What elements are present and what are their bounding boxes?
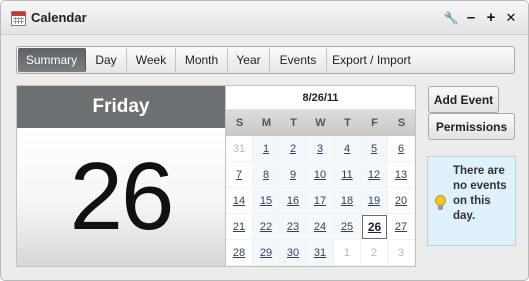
date-cell[interactable]: 22 — [253, 214, 280, 240]
date-cell-next-month: 3 — [388, 240, 415, 266]
weekday-label: M — [261, 117, 272, 129]
date-cell[interactable]: 14 — [226, 188, 253, 214]
date-cell[interactable]: 31 — [307, 240, 334, 266]
date-cell[interactable]: 21 — [226, 214, 253, 240]
date-cell[interactable]: 4 — [334, 136, 361, 162]
weekday-header: S M T W T F S — [226, 110, 415, 136]
date-cell[interactable]: 15 — [253, 188, 280, 214]
date-cell[interactable]: 28 — [226, 240, 253, 266]
weekday-label: T — [344, 117, 351, 129]
no-events-notice: There are no events on this day. — [427, 156, 516, 246]
date-cell[interactable]: 20 — [388, 188, 415, 214]
date-cell[interactable]: 18 — [334, 188, 361, 214]
tab-events[interactable]: Events — [270, 48, 327, 72]
close-icon[interactable]: ✕ — [504, 9, 518, 26]
window-controls: 🔧 – + ✕ — [444, 9, 518, 26]
date-cell[interactable]: 25 — [334, 214, 361, 240]
date-cell[interactable]: 17 — [307, 188, 334, 214]
calendar-icon — [11, 11, 26, 26]
tab-month[interactable]: Month — [176, 48, 228, 72]
mini-calendar-date: 8/26/11 — [226, 86, 415, 110]
date-cell[interactable]: 27 — [388, 214, 415, 240]
date-cell[interactable]: 23 — [280, 214, 307, 240]
tab-year[interactable]: Year — [228, 48, 270, 72]
calendar-window: Calendar 🔧 – + ✕ Summary Day Week Month … — [0, 0, 529, 281]
date-cell-next-month: 2 — [361, 240, 388, 266]
weekday-label: W — [315, 117, 326, 129]
maximize-icon[interactable]: + — [484, 9, 498, 26]
view-tabs: Summary Day Week Month Year Events Expor… — [16, 46, 515, 74]
date-cell[interactable]: 8 — [253, 162, 280, 188]
permissions-button[interactable]: Permissions — [428, 113, 515, 140]
date-cell[interactable]: 11 — [334, 162, 361, 188]
day-panel: Friday 26 — [16, 85, 226, 267]
date-cell-selected[interactable]: 26 — [362, 215, 387, 239]
date-cell[interactable]: 10 — [307, 162, 334, 188]
date-grid: 31 1 2 3 4 5 6 7 8 9 10 11 12 13 14 15 1… — [226, 136, 415, 266]
weekday-label: F — [371, 117, 378, 129]
date-cell[interactable]: 16 — [280, 188, 307, 214]
tab-day[interactable]: Day — [86, 48, 127, 72]
add-event-button[interactable]: Add Event — [428, 86, 499, 113]
date-cell[interactable]: 3 — [307, 136, 334, 162]
mini-calendar: 8/26/11 S M T W T F S 31 1 2 3 4 5 6 7 8… — [225, 85, 416, 267]
tab-summary[interactable]: Summary — [18, 48, 86, 72]
date-cell[interactable]: 12 — [361, 162, 388, 188]
wrench-icon[interactable]: 🔧 — [444, 9, 459, 26]
date-cell-prev-month: 31 — [226, 136, 253, 162]
date-cell[interactable]: 2 — [280, 136, 307, 162]
lightbulb-icon — [435, 195, 446, 211]
weekday-label: T — [290, 117, 297, 129]
day-name: Friday — [17, 86, 225, 128]
date-cell[interactable]: 30 — [280, 240, 307, 266]
date-cell[interactable]: 9 — [280, 162, 307, 188]
title-bar: Calendar 🔧 – + ✕ — [1, 1, 528, 35]
window-title: Calendar — [31, 10, 87, 25]
minimize-icon[interactable]: – — [464, 9, 478, 26]
tab-week[interactable]: Week — [127, 48, 176, 72]
date-cell[interactable]: 7 — [226, 162, 253, 188]
date-cell[interactable]: 29 — [253, 240, 280, 266]
no-events-message: There are no events on this day. — [453, 165, 507, 222]
date-cell-next-month: 1 — [334, 240, 361, 266]
day-number: 26 — [69, 143, 175, 250]
date-cell[interactable]: 6 — [388, 136, 415, 162]
date-cell[interactable]: 24 — [307, 214, 334, 240]
date-cell[interactable]: 13 — [388, 162, 415, 188]
weekday-label: S — [397, 117, 406, 129]
date-cell[interactable]: 5 — [361, 136, 388, 162]
date-cell[interactable]: 1 — [253, 136, 280, 162]
weekday-label: S — [235, 117, 244, 129]
date-cell[interactable]: 19 — [361, 188, 388, 214]
tab-export-import[interactable]: Export / Import — [327, 48, 416, 72]
